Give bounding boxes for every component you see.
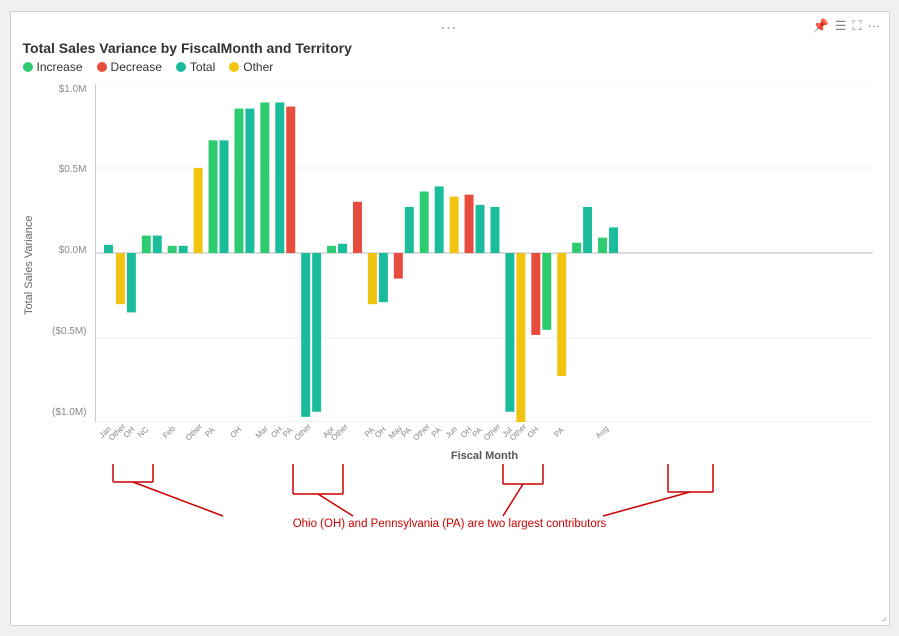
- chart-area: Total Sales Variance $1.0M $0.5M $0.0M (…: [23, 80, 877, 450]
- svg-text:OH: OH: [525, 424, 540, 439]
- decrease-label: Decrease: [111, 60, 162, 74]
- increase-label: Increase: [37, 60, 83, 74]
- legend-other: Other: [229, 60, 273, 74]
- y-tick-1m: $1.0M: [45, 84, 91, 95]
- svg-text:Jun: Jun: [443, 424, 458, 439]
- plot-area: [95, 84, 873, 422]
- svg-text:OH: OH: [228, 424, 243, 439]
- legend-increase: Increase: [23, 60, 83, 74]
- chart-card: ⋯ 📌 ☰ ⛶ ··· Total Sales Variance by Fisc…: [10, 11, 890, 626]
- x-axis: Jan Other OH NC Feb Other PA OH Mar OH P…: [95, 422, 873, 450]
- x-labels-svg: Jan Other OH NC Feb Other PA OH Mar OH P…: [95, 422, 873, 450]
- legend: Increase Decrease Total Other: [23, 60, 877, 74]
- annotation-text: Ohio (OH) and Pennsylvania (PA) are two …: [23, 518, 877, 530]
- svg-text:PA: PA: [203, 425, 217, 439]
- y-tick-n05m: ($0.5M): [45, 326, 91, 337]
- y-axis-label: Total Sales Variance: [23, 80, 43, 450]
- svg-text:Feb: Feb: [160, 423, 176, 439]
- svg-text:NC: NC: [135, 424, 150, 439]
- menu-icon[interactable]: ☰: [835, 18, 847, 34]
- pin-icon[interactable]: 📌: [813, 18, 829, 34]
- annotation-area: Ohio (OH) and Pennsylvania (PA) are two …: [23, 464, 877, 534]
- chart-svg: [96, 84, 873, 422]
- svg-text:Other: Other: [183, 422, 204, 442]
- total-label: Total: [190, 60, 215, 74]
- svg-text:Aug: Aug: [593, 424, 609, 440]
- y-tick-05m: $0.5M: [45, 164, 91, 175]
- svg-text:PA: PA: [429, 425, 443, 439]
- y-tick-n1m: ($1.0M): [45, 407, 91, 418]
- increase-dot: [23, 62, 33, 72]
- x-axis-label: Fiscal Month: [93, 450, 877, 462]
- other-label: Other: [243, 60, 273, 74]
- y-tick-0m: $0.0M: [45, 245, 91, 256]
- svg-text:Other: Other: [292, 422, 313, 442]
- more-icon[interactable]: ···: [868, 18, 881, 34]
- other-dot: [229, 62, 239, 72]
- svg-text:PA: PA: [552, 425, 566, 439]
- drag-handle[interactable]: ⋯: [441, 18, 459, 38]
- chart-title: Total Sales Variance by FiscalMonth and …: [23, 40, 877, 56]
- total-dot: [176, 62, 186, 72]
- svg-text:Other: Other: [329, 422, 350, 442]
- toolbar-icons: 📌 ☰ ⛶ ···: [813, 18, 881, 34]
- expand-icon[interactable]: ⛶: [852, 18, 861, 34]
- legend-total: Total: [176, 60, 215, 74]
- svg-text:OH: OH: [373, 424, 388, 439]
- decrease-dot: [97, 62, 107, 72]
- svg-text:Mar: Mar: [253, 423, 269, 439]
- resize-handle[interactable]: ⌟: [881, 609, 887, 623]
- legend-decrease: Decrease: [97, 60, 162, 74]
